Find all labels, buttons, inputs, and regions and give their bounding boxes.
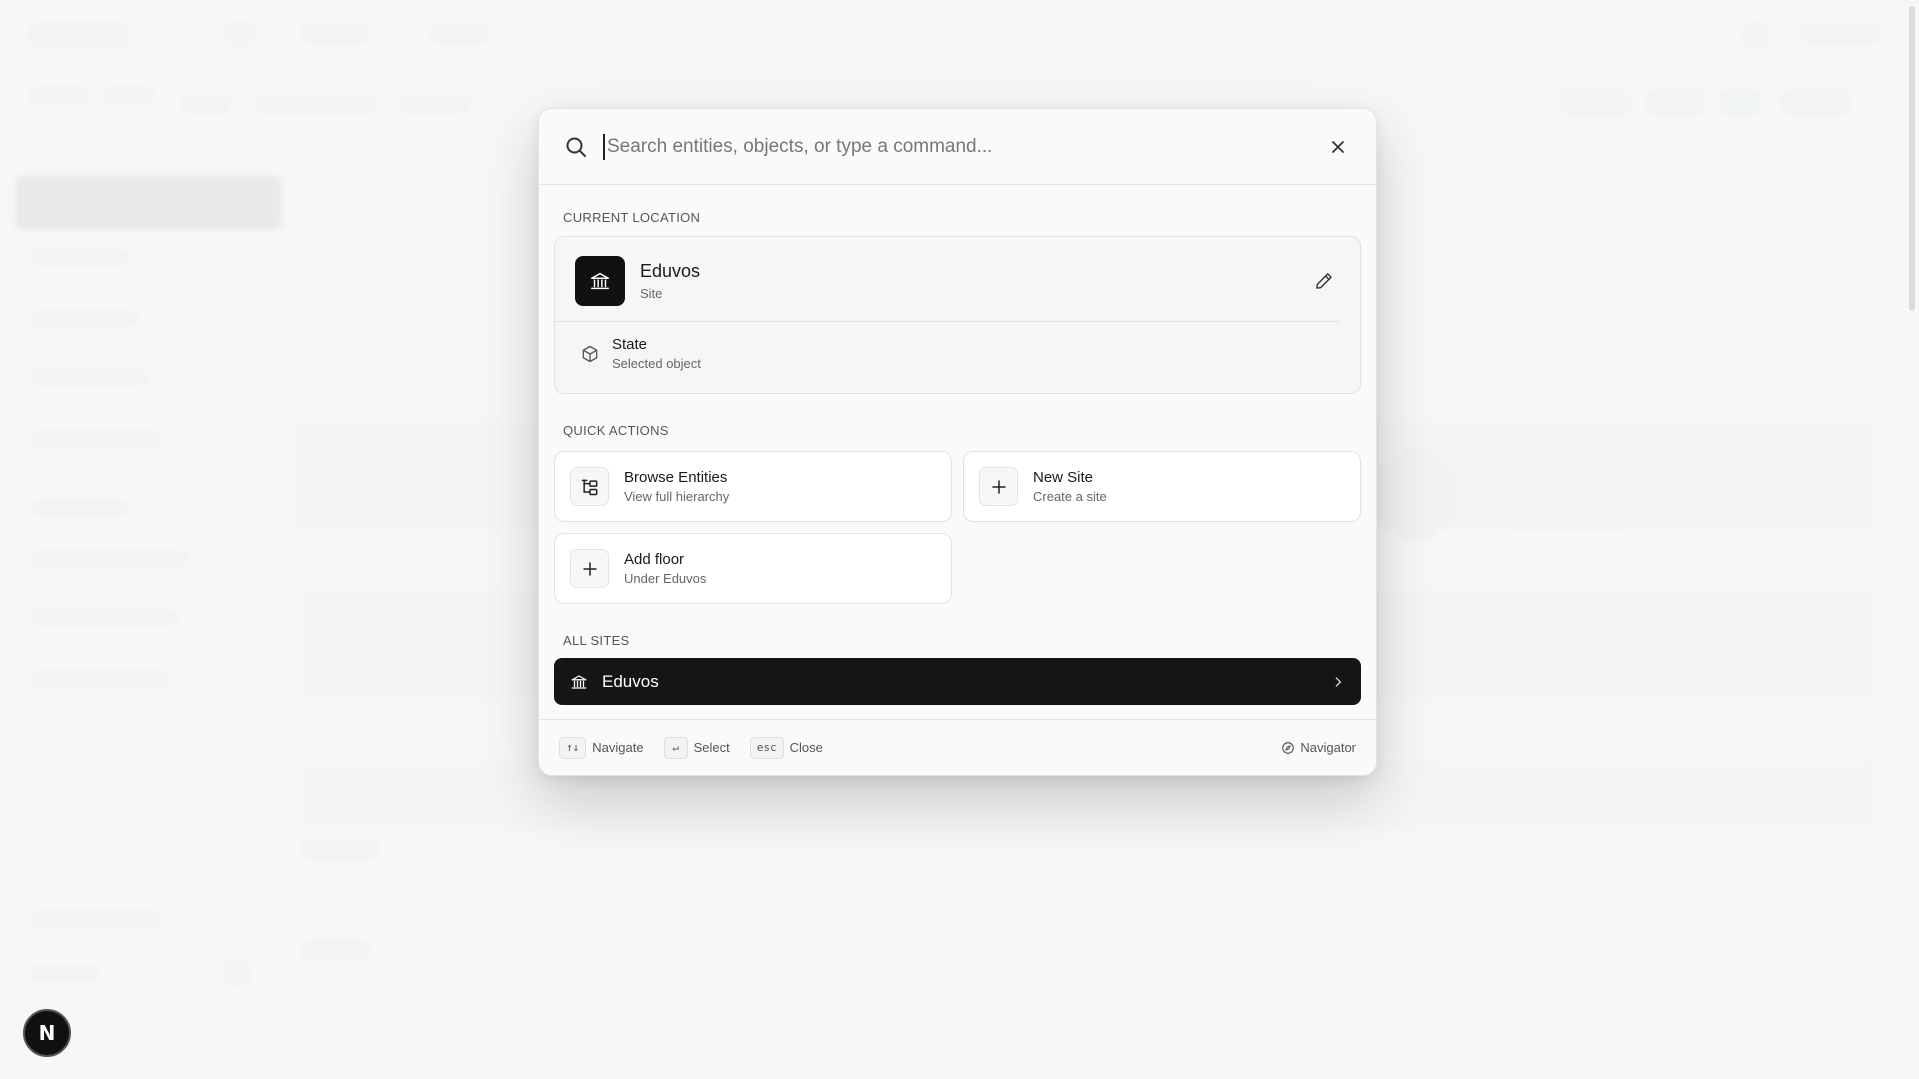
action-title: New Site <box>1033 469 1094 486</box>
close-label: Close <box>789 740 823 755</box>
navigator-link[interactable]: Navigator <box>1281 740 1356 755</box>
palette-content: CURRENT LOCATION Eduvos Site State Selec… <box>539 210 1376 705</box>
new-site-action[interactable]: New Site Create a site <box>963 451 1361 522</box>
hierarchy-icon <box>581 479 597 495</box>
close-icon <box>1332 140 1344 153</box>
section-label-current-location: CURRENT LOCATION <box>563 210 701 225</box>
selected-object-row[interactable]: State Selected object <box>555 322 1360 393</box>
section-label-quick-actions: QUICK ACTIONS <box>563 423 669 438</box>
close-hint: esc Close <box>749 736 823 759</box>
plus-icon <box>582 561 597 576</box>
search-input[interactable] <box>603 133 1324 160</box>
cube-icon <box>582 345 598 362</box>
close-button[interactable] <box>1324 133 1352 161</box>
badge-letter: N <box>38 1021 56 1045</box>
dev-tools-badge[interactable]: N <box>23 1009 71 1057</box>
select-key: ↵ <box>663 736 688 759</box>
building-icon <box>571 674 587 689</box>
current-site-name: Eduvos <box>640 261 701 281</box>
close-key: esc <box>749 736 784 759</box>
quick-actions-grid: Browse Entities View full hierarchy New … <box>554 451 1361 604</box>
navigate-hint: ↑↓ Navigate <box>559 736 644 759</box>
navigate-key: ↑↓ <box>559 736 587 759</box>
add-floor-action[interactable]: Add floor Under Eduvos <box>554 533 952 604</box>
browse-entities-action[interactable]: Browse Entities View full hierarchy <box>554 451 952 522</box>
search-row <box>539 109 1376 185</box>
edit-site-button[interactable] <box>1308 265 1340 297</box>
pencil-icon <box>1316 273 1332 289</box>
select-label: Select <box>693 740 730 755</box>
compass-icon <box>1282 741 1295 754</box>
search-icon <box>563 134 589 160</box>
action-icon-container <box>570 549 609 588</box>
chevron-right-icon <box>1335 676 1341 687</box>
command-palette: CURRENT LOCATION Eduvos Site State Sele <box>538 108 1377 776</box>
site-row-eduvos[interactable]: Eduvos <box>554 658 1361 705</box>
action-subtitle: View full hierarchy <box>624 489 730 504</box>
select-hint: ↵ Select <box>663 736 730 759</box>
action-subtitle: Create a site <box>1033 489 1107 504</box>
section-label-all-sites: ALL SITES <box>563 633 630 648</box>
site-icon-container <box>575 256 625 306</box>
navigator-label: Navigator <box>1300 740 1356 755</box>
current-location-card: Eduvos Site State Selected object <box>554 236 1361 394</box>
selected-object-type: Selected object <box>612 356 701 371</box>
action-icon-container <box>979 467 1018 506</box>
action-subtitle: Under Eduvos <box>624 571 707 586</box>
page-scrollbar[interactable] <box>1909 6 1915 311</box>
current-site-type: Site <box>640 286 663 301</box>
building-icon <box>591 272 609 290</box>
action-title: Browse Entities <box>624 469 728 486</box>
current-site-row[interactable]: Eduvos Site <box>555 237 1340 322</box>
navigate-label: Navigate <box>592 740 644 755</box>
palette-footer: ↑↓ Navigate ↵ Select esc Close Navigator <box>539 719 1376 775</box>
selected-object-name: State <box>612 336 648 353</box>
action-title: Add floor <box>624 551 685 568</box>
action-icon-container <box>570 467 609 506</box>
site-row-label: Eduvos <box>602 671 659 691</box>
plus-icon <box>991 479 1006 494</box>
